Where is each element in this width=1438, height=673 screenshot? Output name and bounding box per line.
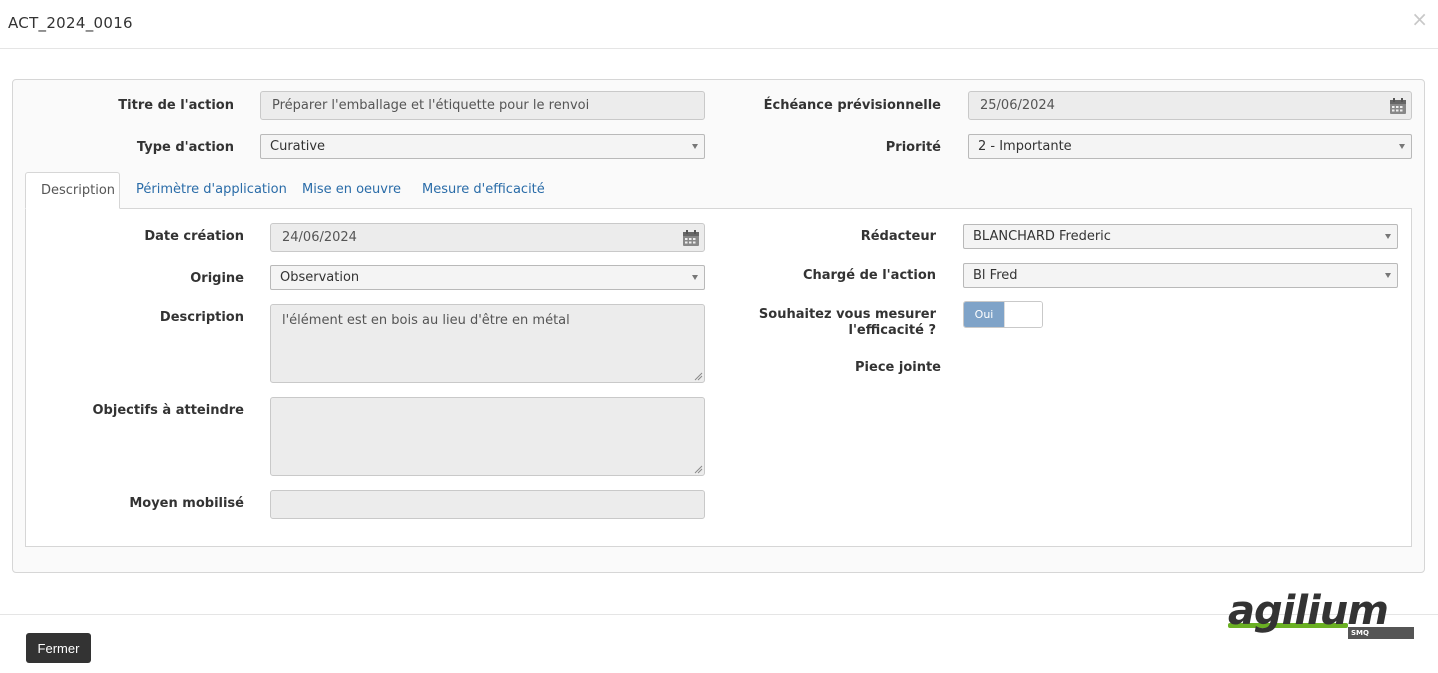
mesurer-toggle[interactable]: Oui <box>963 301 1043 328</box>
echeance-label: Échéance prévisionnelle <box>763 98 941 113</box>
tab-bar: Description Périmètre d'application Mise… <box>25 172 1412 209</box>
calendar-icon[interactable] <box>1389 97 1407 115</box>
description-value: l'élément est en bois au lieu d'être en … <box>282 313 570 328</box>
tab-perimetre[interactable]: Périmètre d'application <box>121 172 302 209</box>
mesurer-label-line1: Souhaitez vous mesurer <box>758 307 936 322</box>
redacteur-label: Rédacteur <box>860 229 936 244</box>
modal-header: ACT_2024_0016 × <box>0 0 1438 49</box>
type-select[interactable]: Curative <box>260 134 705 159</box>
type-label: Type d'action <box>136 140 234 155</box>
logo-tag: SMQ <box>1348 627 1414 639</box>
tab-description[interactable]: Description <box>25 172 120 209</box>
modal-title: ACT_2024_0016 <box>8 14 133 32</box>
chevron-down-icon <box>1385 233 1391 239</box>
titre-label: Titre de l'action <box>118 98 234 113</box>
type-value: Curative <box>270 139 326 154</box>
priorite-label: Priorité <box>885 140 941 155</box>
charge-select[interactable]: Bl Fred <box>963 263 1398 288</box>
mesurer-label-line2: l'efficacité ? <box>848 323 937 338</box>
chevron-down-icon <box>1399 143 1405 149</box>
date-creation-field[interactable]: 24/06/2024 <box>270 223 705 252</box>
piece-jointe-label: Piece jointe <box>855 360 941 375</box>
calendar-icon[interactable] <box>682 229 700 247</box>
mesurer-label: Souhaitez vous mesurer l'efficacité ? <box>740 307 936 339</box>
chevron-down-icon <box>1385 272 1391 278</box>
charge-label: Chargé de l'action <box>802 268 936 283</box>
objectifs-label: Objectifs à atteindre <box>92 403 245 418</box>
charge-value: Bl Fred <box>973 268 1018 283</box>
fermer-button[interactable]: Fermer <box>26 633 91 663</box>
footer-divider <box>0 614 1438 615</box>
origine-value: Observation <box>280 270 360 285</box>
redacteur-value: BLANCHARD Frederic <box>973 229 1111 244</box>
tab-mesure-efficacite[interactable]: Mesure d'efficacité <box>407 172 560 209</box>
echeance-field[interactable]: 25/06/2024 <box>968 91 1412 120</box>
origine-select[interactable]: Observation <box>270 265 705 290</box>
chevron-down-icon <box>692 274 698 280</box>
logo-wordmark: agilium <box>1228 588 1389 634</box>
resize-grip-icon[interactable] <box>694 465 703 474</box>
priorite-select[interactable]: 2 - Importante <box>968 134 1412 159</box>
toggle-knob <box>1004 302 1042 327</box>
date-creation-label: Date création <box>144 229 244 244</box>
chevron-down-icon <box>692 143 698 149</box>
description-label: Description <box>159 310 244 325</box>
objectifs-textarea[interactable] <box>270 397 705 476</box>
tab-mise-en-oeuvre[interactable]: Mise en oeuvre <box>287 172 416 209</box>
titre-field[interactable]: Préparer l'emballage et l'étiquette pour… <box>260 91 705 120</box>
redacteur-select[interactable]: BLANCHARD Frederic <box>963 224 1398 249</box>
date-creation-value: 24/06/2024 <box>282 230 357 245</box>
description-textarea[interactable]: l'élément est en bois au lieu d'être en … <box>270 304 705 383</box>
moyen-field[interactable] <box>270 490 705 519</box>
agilium-logo: agilium SMQ <box>1228 590 1418 646</box>
echeance-value: 25/06/2024 <box>980 98 1055 113</box>
moyen-label: Moyen mobilisé <box>129 496 244 511</box>
toggle-on-label: Oui <box>964 302 1004 327</box>
priorite-value: 2 - Importante <box>978 139 1072 154</box>
close-icon[interactable]: × <box>1411 8 1428 30</box>
origine-label: Origine <box>190 271 244 286</box>
resize-grip-icon[interactable] <box>694 372 703 381</box>
